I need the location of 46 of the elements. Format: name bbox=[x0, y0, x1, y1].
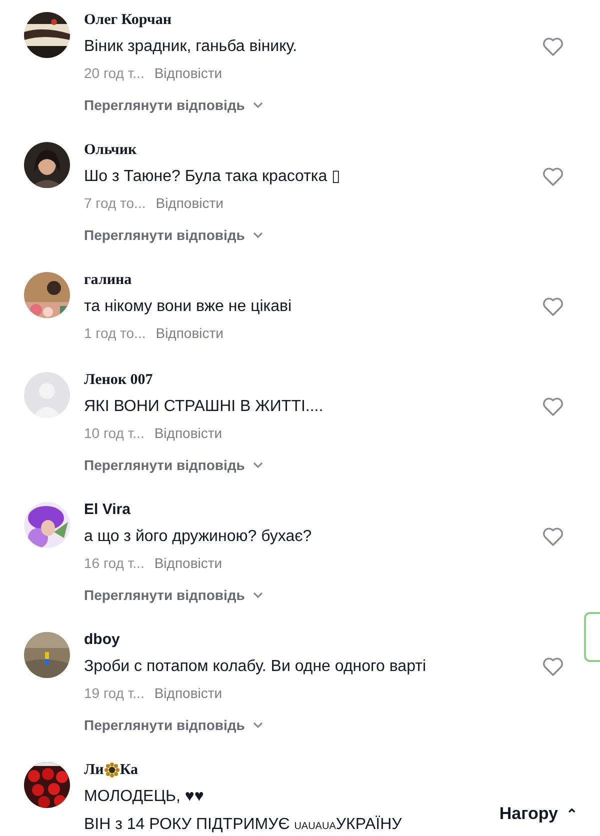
user-name[interactable]: галина bbox=[84, 270, 132, 290]
reply-link[interactable]: Відповісти bbox=[154, 684, 222, 702]
reply-link[interactable]: Відповісти bbox=[154, 554, 222, 572]
view-replies-button[interactable]: Переглянути відповідь bbox=[84, 456, 263, 474]
comment-text: а що з його дружиною? бухає? bbox=[84, 527, 312, 547]
comment-time: 16 год т... bbox=[84, 554, 144, 572]
comment-time: 19 год т... bbox=[84, 684, 144, 702]
view-replies-button[interactable]: Переглянути відповідь bbox=[84, 226, 263, 244]
comment-text: та нікому вони вже не цікаві bbox=[84, 297, 292, 317]
like-icon[interactable] bbox=[542, 395, 564, 415]
comment-time: 20 год т... bbox=[84, 64, 144, 82]
user-name[interactable]: Олег Корчан bbox=[84, 10, 172, 30]
reply-link[interactable]: Відповісти bbox=[156, 324, 224, 342]
like-icon[interactable] bbox=[542, 655, 564, 675]
comment-text: Зроби с потапом колабу. Ви одне одного варті bbox=[84, 657, 426, 677]
like-icon[interactable] bbox=[542, 165, 564, 185]
comment-text: МОЛОДЕЦЬ, ♥♥ bbox=[84, 787, 204, 807]
comment-text: ЯКІ ВОНИ СТРАШНІ В ЖИТТІ.... bbox=[84, 397, 324, 417]
view-replies-button[interactable]: Переглянути відповідь bbox=[84, 586, 263, 604]
user-name[interactable]: Ка bbox=[120, 760, 138, 780]
comment-time: 7 год то... bbox=[84, 194, 146, 212]
user-name[interactable]: Ленок 007 bbox=[84, 370, 153, 390]
like-icon[interactable] bbox=[542, 525, 564, 545]
user-name[interactable]: Ольчик bbox=[84, 140, 137, 160]
like-icon[interactable] bbox=[542, 35, 564, 55]
chevron-icon bbox=[252, 592, 263, 598]
user-name[interactable]: Ли bbox=[84, 760, 104, 780]
like-icon[interactable] bbox=[542, 295, 564, 315]
reply-link[interactable]: Відповісти bbox=[154, 64, 222, 82]
reply-link[interactable]: Відповісти bbox=[154, 424, 222, 442]
chevron-icon bbox=[252, 232, 263, 238]
user-name[interactable]: El Vira bbox=[84, 500, 130, 520]
reply-link[interactable]: Відповісти bbox=[156, 194, 224, 212]
view-replies-button[interactable]: Переглянути відповідь bbox=[84, 96, 263, 114]
chevron-icon bbox=[252, 102, 263, 108]
chevron-icon bbox=[252, 722, 263, 728]
comment-text: ВІН з 14 РОКУ ПІДТРИМУЄ UAUAUAУКРАЇНУ bbox=[84, 814, 402, 835]
comment-text: Шо з Таюне? Була така красотка ▯ bbox=[84, 167, 341, 187]
chevron-icon bbox=[252, 462, 263, 468]
user-name[interactable]: dboy bbox=[84, 630, 120, 650]
comment-time: 10 год т... bbox=[84, 424, 144, 442]
comment-text: Віник зрадник, ганьба вінику. bbox=[84, 37, 298, 57]
view-replies-button[interactable]: Переглянути відповідь bbox=[84, 716, 263, 734]
comment-time: 1 год то... bbox=[84, 324, 146, 342]
side-widget[interactable] bbox=[584, 612, 600, 662]
flower-icon bbox=[104, 762, 120, 778]
